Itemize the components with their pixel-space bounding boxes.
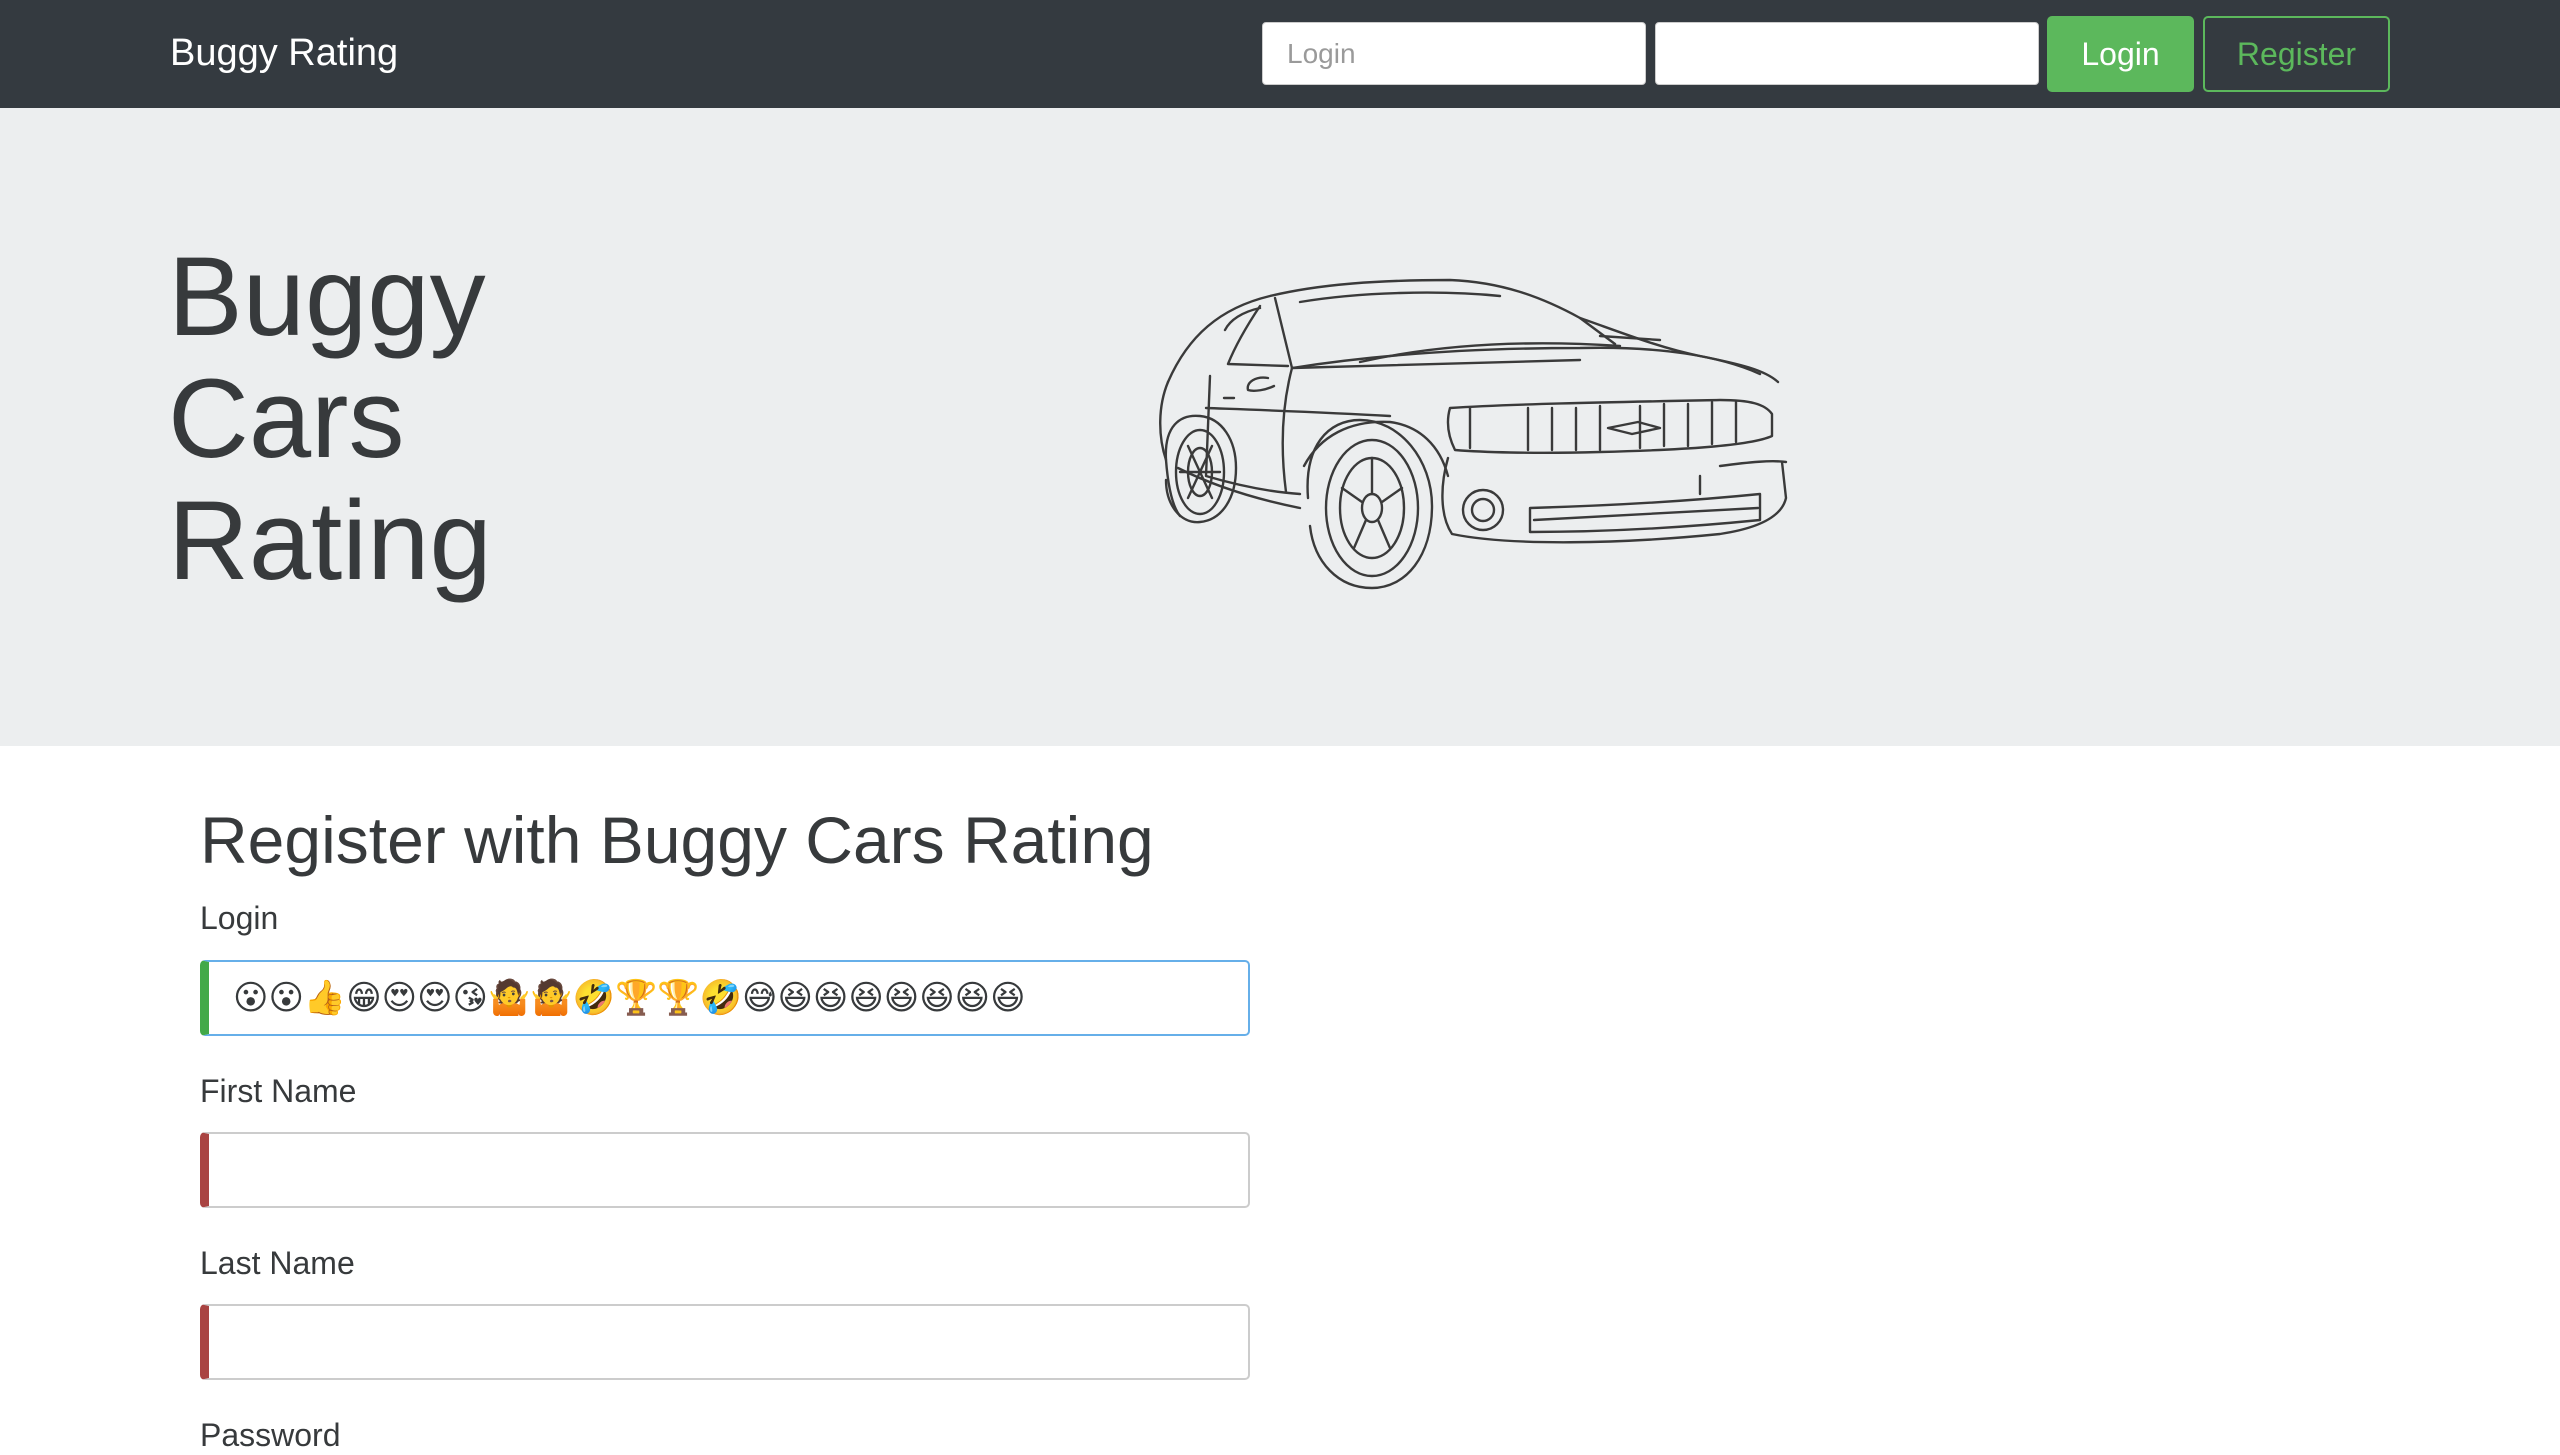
hero-title: Buggy Cars Rating: [168, 236, 492, 602]
car-line-drawing: [1159, 278, 1788, 590]
hero-title-line: Cars: [168, 356, 405, 481]
last-name-input[interactable]: [209, 1306, 1248, 1378]
navbar-login-button[interactable]: Login: [2047, 16, 2194, 92]
last-name-label: Last Name: [200, 1245, 355, 1281]
navbar-password-input[interactable]: [1655, 22, 2039, 85]
hero-banner: Buggy Cars Rating: [0, 108, 2560, 746]
first-name-input[interactable]: [209, 1134, 1248, 1206]
register-heading: Register with Buggy Cars Rating: [200, 803, 1154, 877]
top-navbar: Buggy Rating Login Register: [0, 0, 2560, 108]
navbar-register-button[interactable]: Register: [2203, 16, 2390, 92]
last-name-field-wrapper: [200, 1304, 1250, 1380]
first-name-field-wrapper: [200, 1132, 1250, 1208]
login-input[interactable]: [209, 962, 1248, 1034]
first-name-label: First Name: [200, 1073, 357, 1109]
password-label: Password: [200, 1417, 341, 1453]
login-field-label: Login: [200, 900, 279, 936]
login-field-wrapper: [200, 960, 1250, 1036]
hero-title-line: Rating: [168, 478, 492, 603]
navbar-login-input[interactable]: [1262, 22, 1646, 85]
brand-link[interactable]: Buggy Rating: [170, 30, 398, 76]
hero-title-line: Buggy: [168, 234, 486, 359]
